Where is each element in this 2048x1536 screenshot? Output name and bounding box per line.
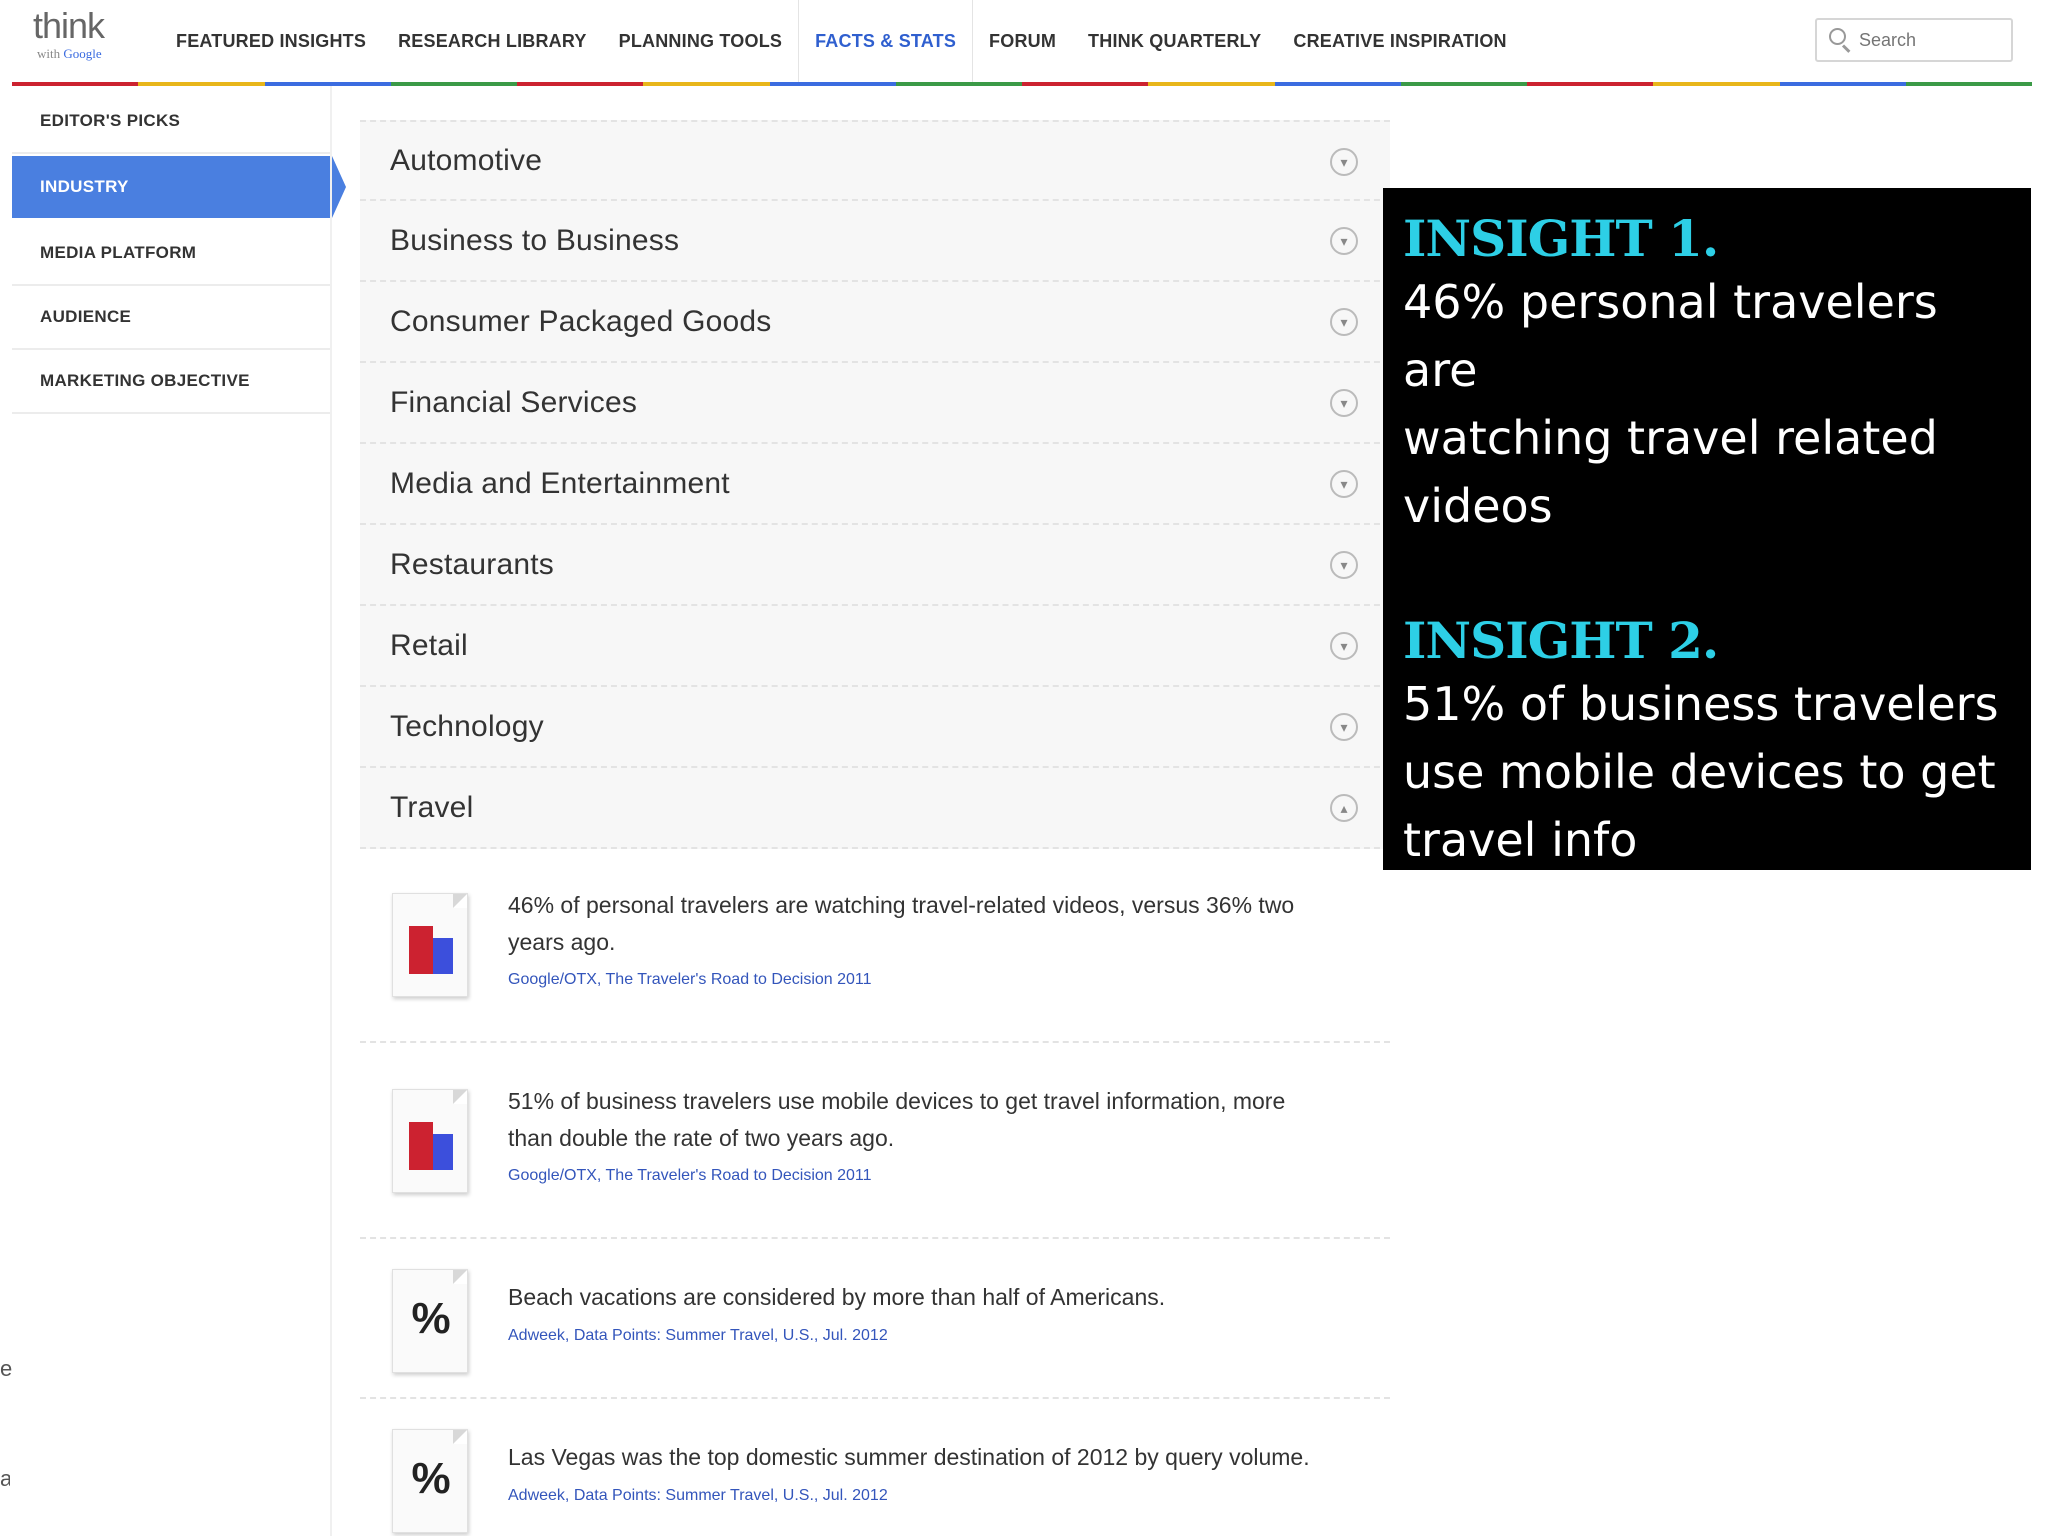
main-nav: FEATURED INSIGHTS RESEARCH LIBRARY PLANN…: [160, 0, 1523, 82]
accordion-label: Travel: [390, 790, 474, 824]
fact-text: Las Vegas was the top domestic summer de…: [508, 1439, 1378, 1476]
accordion-item-consumer-packaged-goods[interactable]: Consumer Packaged Goods ▾: [360, 282, 1390, 363]
insight-text-line: use mobile devices to get: [1403, 745, 1996, 799]
accordion-item-financial-services[interactable]: Financial Services ▾: [360, 363, 1390, 444]
percent-glyph: %: [411, 1294, 451, 1343]
chevron-down-icon[interactable]: ▾: [1330, 551, 1358, 579]
accordion-label: Technology: [390, 709, 544, 743]
accordion-label: Financial Services: [390, 385, 638, 419]
nav-think-quarterly[interactable]: THINK QUARTERLY: [1072, 0, 1277, 82]
chevron-down-icon[interactable]: ▾: [1330, 227, 1358, 255]
accordion-label: Consumer Packaged Goods: [390, 304, 772, 338]
sidebar-item-industry[interactable]: INDUSTRY: [12, 156, 346, 218]
accordion-item-restaurants[interactable]: Restaurants ▾: [360, 525, 1390, 606]
accordion-item-automotive[interactable]: Automotive ▾: [360, 120, 1390, 201]
nav-planning-tools[interactable]: PLANNING TOOLS: [603, 0, 798, 82]
list-item[interactable]: 46% of personal travelers are watching t…: [360, 847, 1390, 1043]
fact-text-line: years ago.: [508, 929, 616, 955]
think-with-google-logo[interactable]: think with Google: [33, 8, 133, 64]
accordion-item-technology[interactable]: Technology ▾: [360, 687, 1390, 768]
sidebar: EDITOR'S PICKS INDUSTRY MEDIA PLATFORM A…: [12, 90, 346, 414]
fact-source-link[interactable]: Adweek, Data Points: Summer Travel, U.S.…: [508, 1487, 888, 1505]
percent-glyph: %: [411, 1454, 451, 1503]
insight-text-line: 46% personal travelers are: [1403, 275, 1938, 397]
nav-forum[interactable]: FORUM: [973, 0, 1072, 82]
accordion-label: Media and Entertainment: [390, 466, 730, 500]
accordion-item-media-and-entertainment[interactable]: Media and Entertainment ▾: [360, 444, 1390, 525]
edge-text-fragment: al: [0, 1466, 10, 1491]
logo-subtitle: with Google: [37, 46, 133, 62]
chevron-down-icon[interactable]: ▾: [1330, 148, 1358, 176]
list-item[interactable]: 51% of business travelers use mobile dev…: [360, 1043, 1390, 1239]
accordion-label: Restaurants: [390, 547, 554, 581]
nav-facts-stats[interactable]: FACTS & STATS: [798, 0, 974, 82]
fact-text-line: 51% of business travelers use mobile dev…: [508, 1088, 1286, 1114]
search-box[interactable]: [1815, 18, 2013, 62]
sidebar-item-editors-picks[interactable]: EDITOR'S PICKS: [12, 90, 332, 154]
bar-chart-icon: [392, 1089, 468, 1193]
list-item[interactable]: % Beach vacations are considered by more…: [360, 1239, 1390, 1399]
fact-text: Beach vacations are considered by more t…: [508, 1279, 1378, 1316]
sidebar-divider: [330, 86, 332, 1536]
sidebar-item-marketing-objective[interactable]: MARKETING OBJECTIVE: [12, 350, 332, 414]
percent-icon: %: [392, 1269, 468, 1373]
logo-wordmark: think: [33, 5, 105, 46]
insight-text-line: 51% of business travelers: [1403, 677, 1999, 731]
nav-creative-inspiration[interactable]: CREATIVE INSPIRATION: [1277, 0, 1522, 82]
fact-source-link[interactable]: Google/OTX, The Traveler's Road to Decis…: [508, 971, 872, 989]
search-icon: [1827, 27, 1853, 53]
insight-text-line: videos: [1403, 479, 1553, 533]
travel-facts-list: 46% of personal travelers are watching t…: [360, 847, 1390, 1536]
fact-text: 46% of personal travelers are watching t…: [508, 887, 1378, 961]
insight-overlay: INSIGHT 1. 46% personal travelers are wa…: [1383, 188, 2031, 870]
chevron-down-icon[interactable]: ▾: [1330, 713, 1358, 741]
fact-source-link[interactable]: Google/OTX, The Traveler's Road to Decis…: [508, 1167, 872, 1185]
insight-title: INSIGHT 1.: [1403, 209, 1719, 268]
edge-text-fragment: e: [0, 1356, 13, 1381]
fact-text-line: Las Vegas was the top domestic summer de…: [508, 1444, 1310, 1470]
percent-icon: %: [392, 1429, 468, 1533]
fact-text-line: than double the rate of two years ago.: [508, 1125, 895, 1151]
fact-text-line: 46% of personal travelers are watching t…: [508, 892, 1295, 918]
fact-text-line: Beach vacations are considered by more t…: [508, 1284, 1166, 1310]
sidebar-item-audience[interactable]: AUDIENCE: [12, 286, 332, 350]
chevron-down-icon[interactable]: ▾: [1330, 470, 1358, 498]
bar-chart-icon: [392, 893, 468, 997]
chevron-up-icon[interactable]: ▴: [1330, 794, 1358, 822]
logo-sub-prefix: with: [37, 46, 61, 61]
site-header: think with Google FEATURED INSIGHTS RESE…: [0, 0, 2048, 82]
nav-research-library[interactable]: RESEARCH LIBRARY: [382, 0, 603, 82]
insight-text-line: travel info: [1403, 813, 1638, 867]
insight-text-line: watching travel related: [1403, 411, 1938, 465]
chevron-down-icon[interactable]: ▾: [1330, 308, 1358, 336]
accordion-label: Business to Business: [390, 223, 680, 257]
sidebar-item-media-platform[interactable]: MEDIA PLATFORM: [12, 222, 332, 286]
search-input[interactable]: [1859, 29, 1999, 51]
google-color-bar: [12, 82, 2032, 86]
logo-sub-brand: Google: [63, 46, 102, 61]
industry-accordion: Automotive ▾ Business to Business ▾ Cons…: [360, 120, 1390, 849]
chevron-down-icon[interactable]: ▾: [1330, 389, 1358, 417]
chevron-down-icon[interactable]: ▾: [1330, 632, 1358, 660]
accordion-label: Automotive: [390, 143, 543, 177]
fact-source-link[interactable]: Adweek, Data Points: Summer Travel, U.S.…: [508, 1327, 888, 1345]
list-item[interactable]: % Las Vegas was the top domestic summer …: [360, 1399, 1390, 1536]
accordion-item-travel[interactable]: Travel ▴: [360, 768, 1390, 849]
accordion-label: Retail: [390, 628, 468, 662]
fact-text: 51% of business travelers use mobile dev…: [508, 1083, 1378, 1157]
insight-title: INSIGHT 2.: [1403, 611, 1719, 670]
nav-featured-insights[interactable]: FEATURED INSIGHTS: [160, 0, 382, 82]
accordion-item-business-to-business[interactable]: Business to Business ▾: [360, 201, 1390, 282]
accordion-item-retail[interactable]: Retail ▾: [360, 606, 1390, 687]
